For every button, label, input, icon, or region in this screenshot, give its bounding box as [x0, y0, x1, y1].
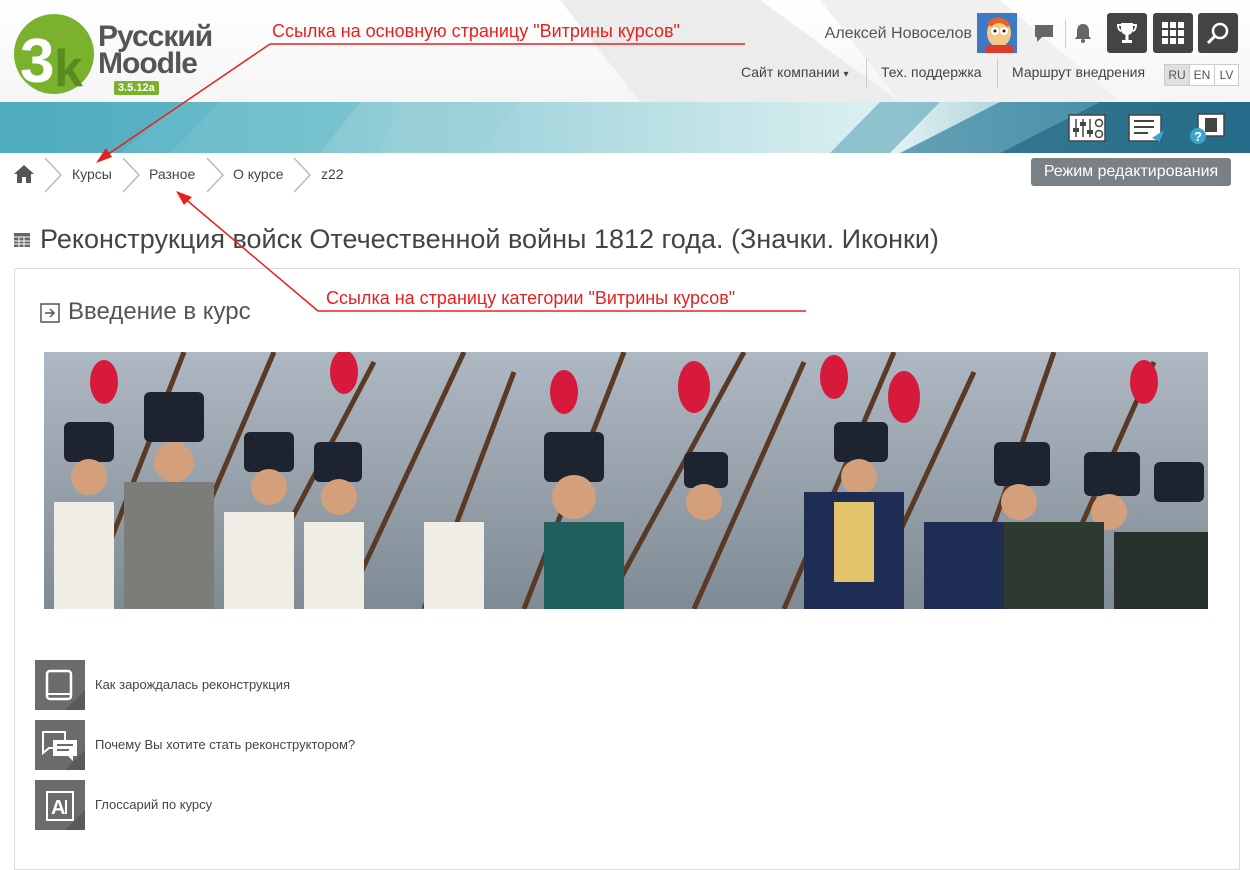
activity-forum-icon-box[interactable] — [35, 720, 85, 770]
annotation-main-page: Ссылка на основную страницу "Витрины кур… — [272, 21, 680, 41]
sliders-icon — [1068, 114, 1106, 142]
logo-line2: Moodle — [98, 47, 198, 80]
activity-glossary-icon-box[interactable]: A — [35, 780, 85, 830]
search-button[interactable] — [1198, 13, 1238, 53]
soldiers-illustration — [44, 352, 1208, 609]
svg-text:3: 3 — [20, 27, 54, 96]
chevron-down-icon: ▾ — [843, 69, 849, 80]
nav-divider — [997, 58, 998, 88]
banner-pattern — [0, 102, 1250, 153]
trophy-icon — [1117, 23, 1137, 43]
apps-button[interactable] — [1153, 13, 1193, 53]
avatar-image — [977, 13, 1017, 53]
user-name[interactable]: Алексей Новоселов — [825, 25, 972, 43]
nav-company-site-label: Сайт компании — [741, 64, 840, 80]
course-icon — [14, 233, 30, 247]
search-icon — [1206, 22, 1229, 45]
activity-book-icon-box[interactable] — [35, 660, 85, 710]
chat-bubble-icon[interactable] — [1033, 22, 1055, 44]
settings-tool[interactable] — [1068, 112, 1106, 144]
glossary-icon: A — [35, 780, 85, 830]
page-title: Реконструкция войск Отечественной войны … — [40, 224, 939, 254]
activity-link[interactable]: Как зарождалась реконструкция — [95, 677, 290, 692]
section-enter-icon — [40, 303, 60, 323]
site-logo[interactable]: 3 k Русский Moodle 3.5.12a — [14, 12, 224, 98]
annotation-category-page: Ссылка на страницу категории "Витрины ку… — [326, 288, 736, 308]
home-icon[interactable] — [13, 164, 35, 184]
breadcrumb-about[interactable]: О курсе — [233, 166, 283, 182]
nav-company-site[interactable]: Сайт компании ▾ — [741, 64, 849, 80]
trophy-button[interactable] — [1107, 13, 1147, 53]
avatar[interactable] — [977, 13, 1017, 53]
nav-support[interactable]: Тех. поддержка — [881, 64, 982, 80]
logo-version: 3.5.12a — [114, 81, 159, 95]
section-title: Введение в курс — [68, 298, 251, 325]
logo-mark: 3 k — [14, 14, 94, 98]
activity-link[interactable]: Глоссарий по курсу — [95, 797, 212, 812]
breadcrumb-current: z22 — [321, 166, 344, 182]
header-banner — [0, 102, 1250, 153]
svg-text:k: k — [54, 40, 83, 96]
svg-text:A: A — [51, 797, 65, 819]
breadcrumb-category[interactable]: Разное — [149, 166, 195, 182]
reports-tool[interactable] — [1128, 112, 1166, 144]
course-hero-image — [44, 352, 1208, 609]
nav-divider — [866, 58, 867, 88]
forum-icon — [35, 720, 85, 770]
activity-link[interactable]: Почему Вы хотите стать реконструктором? — [95, 737, 355, 752]
breadcrumb-separator — [44, 157, 63, 193]
help-tool[interactable]: ? — [1188, 112, 1226, 144]
breadcrumb-separator — [293, 157, 312, 193]
lang-lv[interactable]: LV — [1214, 64, 1239, 86]
book-icon — [35, 660, 85, 710]
lang-en[interactable]: EN — [1189, 64, 1215, 86]
edit-mode-button[interactable]: Режим редактирования — [1031, 158, 1231, 186]
bell-icon[interactable] — [1072, 22, 1094, 44]
help-icon: ? — [1190, 113, 1225, 144]
nav-route[interactable]: Маршрут внедрения — [1012, 64, 1145, 80]
icon-divider — [1065, 20, 1066, 48]
breadcrumb-separator — [122, 157, 141, 193]
lang-ru[interactable]: RU — [1164, 64, 1190, 86]
breadcrumb-courses[interactable]: Курсы — [72, 166, 112, 182]
breadcrumb-separator — [206, 157, 225, 193]
grid-icon — [1162, 22, 1184, 44]
svg-text:?: ? — [1194, 129, 1202, 144]
report-icon — [1128, 114, 1164, 142]
